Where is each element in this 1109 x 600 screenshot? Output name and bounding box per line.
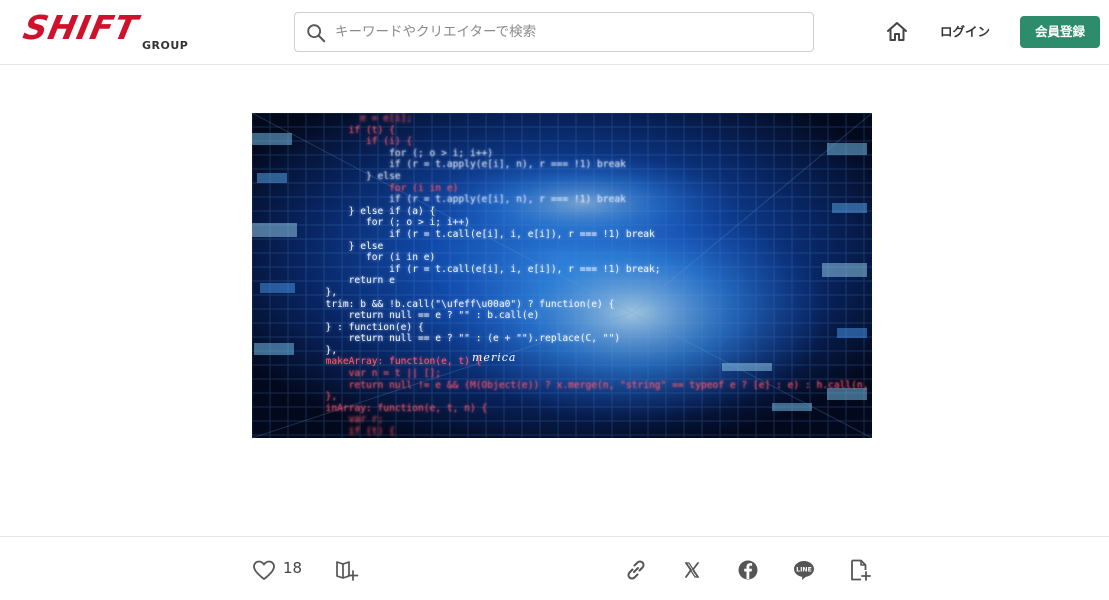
code-line: trim: b && !b.call("\ufeff\u00a0") ? fun… [314, 298, 615, 310]
share-facebook-button[interactable] [735, 557, 761, 583]
code-line: if (t) { [314, 426, 395, 438]
code-line: if (r = t.apply(e[i], n), r === !1) brea… [314, 194, 626, 206]
line-icon: LINE [794, 561, 814, 580]
code-line: }, [314, 344, 338, 356]
logo-subtext: GROUP [142, 39, 189, 52]
code-line: return null == e ? "" : (e + "").replace… [314, 333, 621, 345]
home-icon [887, 22, 907, 41]
embed-button[interactable] [847, 557, 873, 583]
code-line: for (; o > i; i++) [314, 217, 470, 229]
x-icon [684, 562, 700, 578]
code-line: var r; [314, 414, 384, 426]
logo-wordmark: SHIFT [19, 8, 142, 47]
like-button[interactable] [251, 557, 277, 583]
code-line: if (t) { [314, 124, 395, 136]
code-line: makeArray: function(e, t) { [314, 356, 482, 368]
hero-image: e = e[i]; if (t) { if (i) { for (; o > i… [252, 113, 872, 438]
code-line: if (i) { [314, 136, 413, 148]
add-to-magazine-button[interactable] [334, 557, 360, 583]
magazine-add-icon [336, 561, 359, 581]
code-overlay: e = e[i]; if (t) { if (i) { for (; o > i… [314, 113, 872, 438]
code-line: } : function(e) { [314, 321, 424, 333]
search-box[interactable] [294, 12, 814, 52]
heart-icon [253, 560, 275, 580]
search-input[interactable] [335, 13, 805, 51]
article-action-bar: 18 LINE [0, 536, 1109, 600]
code-line: } else [314, 170, 401, 182]
code-line: var n = t || []; [314, 368, 442, 380]
like-count: 18 [283, 559, 303, 577]
code-line: }, [314, 286, 338, 298]
share-x-button[interactable] [679, 557, 705, 583]
code-line: for (i in e) [314, 252, 436, 264]
code-line: for (i in e) [314, 182, 459, 194]
code-line: e = e[i]; [314, 113, 413, 124]
home-button[interactable] [884, 20, 910, 44]
copy-link-button[interactable] [623, 557, 649, 583]
login-button[interactable]: ログイン [930, 20, 1000, 44]
code-line: if (r = t.call(e[i], i, e[i]), r === !1)… [314, 263, 661, 275]
site-header: SHIFT GROUP ログイン 会員登録 [0, 0, 1109, 65]
code-line: for (; o > i; i++) [314, 147, 494, 159]
search-icon [307, 24, 326, 43]
svg-text:LINE: LINE [796, 567, 812, 574]
link-icon [627, 560, 645, 580]
code-line: return null == e ? "" : b.call(e) [314, 310, 540, 322]
code-line: return null != e && (M(Object(e)) ? x.me… [314, 379, 872, 391]
code-line: if (r = t.call(e[i], i, e[i]), r === !1)… [314, 228, 655, 240]
code-line: } else if (a) { [314, 205, 436, 217]
code-line: return e [314, 275, 395, 287]
code-line: if (r = t.apply(e[i], n), r === !1) brea… [314, 159, 626, 171]
image-signature: merica [472, 351, 517, 364]
signup-button[interactable]: 会員登録 [1020, 16, 1100, 48]
document-add-icon [851, 559, 871, 581]
shift-group-logo[interactable]: SHIFT GROUP [20, 8, 194, 56]
code-line: } else [314, 240, 384, 252]
facebook-icon [738, 560, 758, 580]
code-line: }, [314, 391, 338, 403]
code-line: inArray: function(e, t, n) { [314, 402, 488, 414]
share-line-button[interactable]: LINE [791, 557, 817, 583]
